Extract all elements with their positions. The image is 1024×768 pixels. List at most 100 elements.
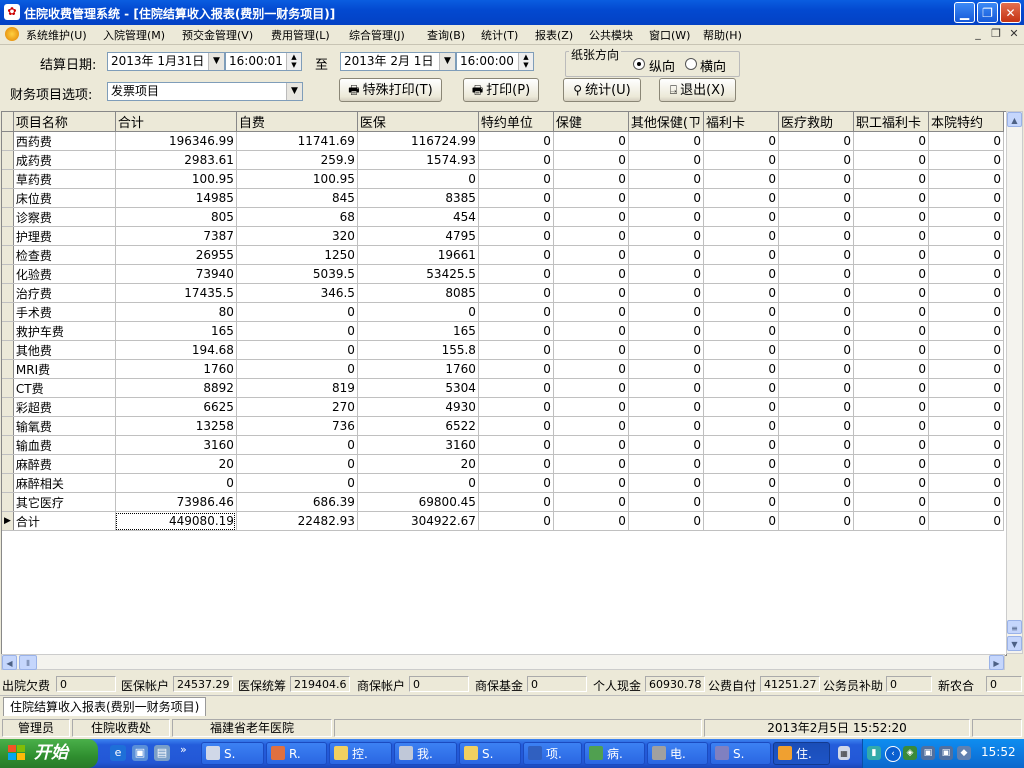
item-name-cell[interactable]: 输氧费	[13, 416, 116, 436]
column-header[interactable]: 保健	[553, 112, 629, 132]
value-cell[interactable]: 1760	[115, 359, 237, 379]
value-cell[interactable]: 0	[928, 150, 1004, 170]
item-name-cell[interactable]: 西药费	[13, 131, 116, 151]
table-row[interactable]: 成药费 2983.61 259.9 1574.93 0 0 0 0 0 0 0	[2, 150, 1004, 170]
value-cell[interactable]: 0	[778, 454, 854, 474]
value-cell[interactable]: 13258	[115, 416, 237, 436]
value-cell[interactable]: 0	[628, 321, 705, 341]
special-print-button[interactable]: 🖶 特殊打印(T)	[339, 78, 442, 102]
table-row[interactable]: 诊察费 805 68 454 0 0 0 0 0 0 0	[2, 207, 1004, 227]
value-cell[interactable]: 0	[703, 397, 779, 417]
value-cell[interactable]: 0	[357, 302, 479, 322]
row-indicator[interactable]	[2, 378, 14, 398]
value-cell[interactable]: 0	[703, 169, 779, 189]
value-cell[interactable]: 0	[553, 492, 629, 512]
value-cell[interactable]: 0	[778, 245, 854, 265]
value-cell[interactable]: 73986.46	[115, 492, 237, 512]
scroll-left-icon[interactable]: ◀	[2, 655, 17, 670]
row-indicator[interactable]	[2, 207, 14, 227]
item-name-cell[interactable]: 床位费	[13, 188, 116, 208]
table-row[interactable]: 检查费 26955 1250 19661 0 0 0 0 0 0 0	[2, 245, 1004, 265]
report-grid[interactable]: 项目名称 合计 自费 医保 特约单位 保健 其他保健(ㄗ 福利卡 医疗救助 职工福利卡 本院特约 西…	[1, 111, 1007, 656]
value-cell[interactable]: 0	[236, 302, 358, 322]
value-cell[interactable]: 19661	[357, 245, 479, 265]
value-cell[interactable]: 0	[853, 416, 929, 436]
value-cell[interactable]: 0	[928, 264, 1004, 284]
value-cell[interactable]: 0	[478, 378, 554, 398]
value-cell[interactable]: 0	[703, 226, 779, 246]
tray-shield-icon[interactable]: ◈	[903, 746, 917, 760]
item-name-cell[interactable]: CT费	[13, 378, 116, 398]
column-header[interactable]: 福利卡	[703, 112, 779, 132]
value-cell[interactable]: 0	[478, 359, 554, 379]
finance-dropdown-icon[interactable]: ▼	[286, 83, 302, 100]
item-name-cell[interactable]: 输血费	[13, 435, 116, 455]
row-indicator[interactable]	[2, 150, 14, 170]
value-cell[interactable]: 805	[115, 207, 237, 227]
value-cell[interactable]: 0	[628, 359, 705, 379]
row-indicator[interactable]	[2, 397, 14, 417]
table-row[interactable]: 麻醉费 20 0 20 0 0 0 0 0 0 0	[2, 454, 1004, 474]
value-cell[interactable]: 68	[236, 207, 358, 227]
tray-expand-icon[interactable]: ‹	[885, 746, 901, 762]
value-cell[interactable]: 0	[703, 150, 779, 170]
row-indicator[interactable]	[2, 473, 14, 493]
value-cell[interactable]: 0	[928, 359, 1004, 379]
restore-button[interactable]: ❐	[977, 2, 998, 23]
value-cell[interactable]: 304922.67	[357, 511, 479, 531]
item-name-cell[interactable]: 彩超费	[13, 397, 116, 417]
value-cell[interactable]: 0	[703, 435, 779, 455]
value-cell[interactable]: 0	[478, 302, 554, 322]
table-row[interactable]: 彩超费 6625 270 4930 0 0 0 0 0 0 0	[2, 397, 1004, 417]
value-cell[interactable]: 0	[553, 207, 629, 227]
value-cell[interactable]: 0	[778, 302, 854, 322]
start-button[interactable]: 开始	[0, 739, 98, 768]
value-cell[interactable]: 0	[853, 340, 929, 360]
value-cell[interactable]: 0	[553, 416, 629, 436]
end-time-spinner[interactable]: ▲ ▼	[518, 53, 533, 70]
value-cell[interactable]: 0	[928, 378, 1004, 398]
value-cell[interactable]: 0	[778, 321, 854, 341]
value-cell[interactable]: 2983.61	[115, 150, 237, 170]
value-cell[interactable]: 0	[478, 169, 554, 189]
scroll-down-icon[interactable]: ▼	[1007, 636, 1022, 651]
stats-button[interactable]: ⚲ 统计(U)	[563, 78, 641, 102]
value-cell[interactable]: 0	[115, 473, 237, 493]
taskbar-item-1[interactable]: S.	[201, 742, 264, 765]
value-cell[interactable]: 0	[703, 340, 779, 360]
value-cell[interactable]: 5039.5	[236, 264, 358, 284]
row-indicator[interactable]	[2, 169, 14, 189]
table-row[interactable]: 输血费 3160 0 3160 0 0 0 0 0 0 0	[2, 435, 1004, 455]
value-cell[interactable]: 686.39	[236, 492, 358, 512]
value-cell[interactable]: 100.95	[115, 169, 237, 189]
column-header[interactable]: 本院特约	[928, 112, 1004, 132]
value-cell[interactable]: 0	[236, 435, 358, 455]
value-cell[interactable]: 0	[236, 454, 358, 474]
value-cell[interactable]: 0	[703, 207, 779, 227]
value-cell[interactable]: 0	[853, 226, 929, 246]
value-cell[interactable]: 0	[703, 454, 779, 474]
value-cell[interactable]: 0	[628, 302, 705, 322]
value-cell[interactable]: 0	[928, 169, 1004, 189]
tray-battery-icon[interactable]: ▮	[867, 746, 881, 760]
value-cell[interactable]: 0	[553, 226, 629, 246]
app-icon[interactable]: ✿	[4, 4, 20, 20]
table-row[interactable]: 其他费 194.68 0 155.8 0 0 0 0 0 0 0	[2, 340, 1004, 360]
value-cell[interactable]: 22482.93	[236, 511, 358, 531]
value-cell[interactable]: 0	[778, 492, 854, 512]
value-cell[interactable]: 0	[703, 188, 779, 208]
value-cell[interactable]: 0	[478, 416, 554, 436]
value-cell[interactable]: 3160	[115, 435, 237, 455]
item-name-cell[interactable]: 麻醉相关	[13, 473, 116, 493]
value-cell[interactable]: 0	[703, 245, 779, 265]
value-cell[interactable]: 0	[928, 283, 1004, 303]
end-time-input[interactable]: 16:00:00 ▲ ▼	[456, 52, 534, 71]
value-cell[interactable]: 0	[778, 340, 854, 360]
row-indicator[interactable]	[2, 435, 14, 455]
value-cell[interactable]: 0	[628, 340, 705, 360]
value-cell[interactable]: 0	[703, 378, 779, 398]
value-cell[interactable]: 0	[853, 207, 929, 227]
value-cell[interactable]: 0	[478, 321, 554, 341]
value-cell[interactable]: 0	[778, 264, 854, 284]
value-cell[interactable]: 0	[928, 435, 1004, 455]
